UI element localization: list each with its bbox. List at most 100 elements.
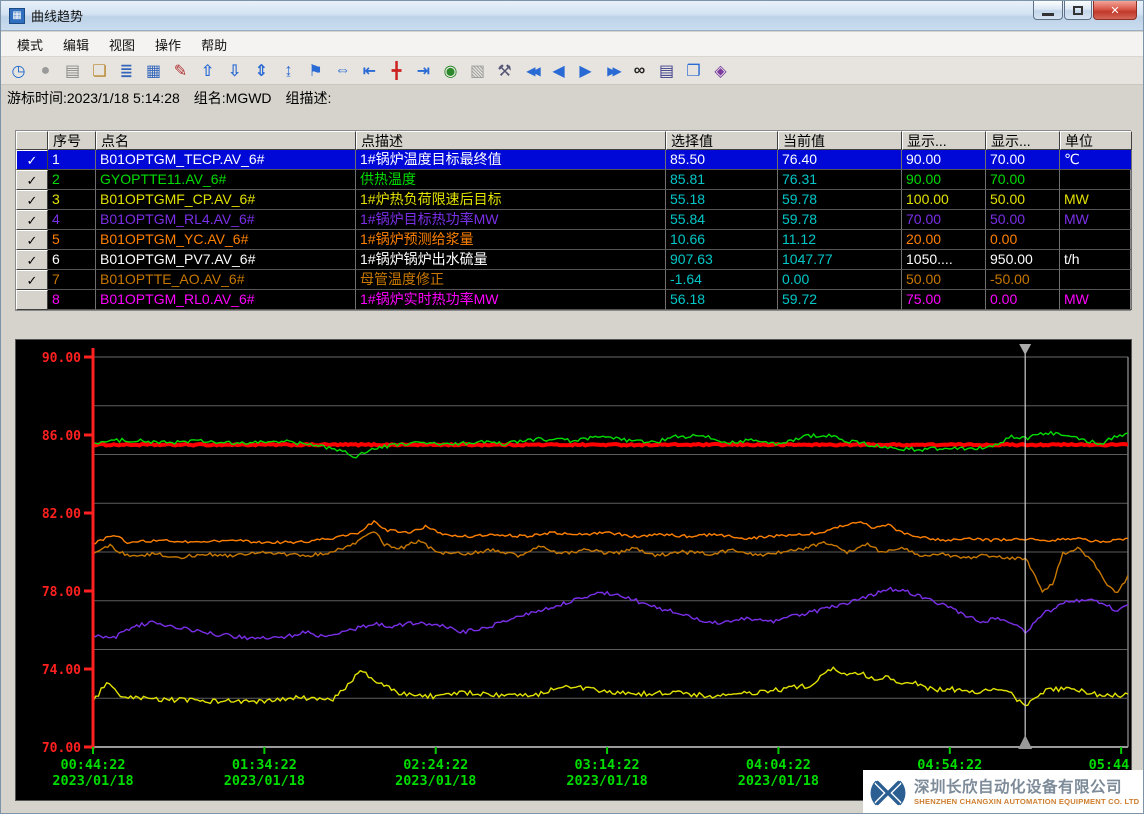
column-header-5[interactable]: 当前值 <box>778 131 902 150</box>
table-row[interactable]: ✓4B01OPTGM_RL4.AV_6#1#锅炉目标热功率MW55.8459.7… <box>16 210 1130 230</box>
cell-unit <box>1060 170 1132 190</box>
cell-current-value: 59.78 <box>778 210 902 230</box>
print-icon[interactable]: ▤ <box>653 59 680 83</box>
cell-point-name: B01OPTGM_RL4.AV_6# <box>96 210 356 230</box>
title-bar[interactable]: ▦ 曲线趋势 ✕ <box>1 1 1143 31</box>
column-header-1[interactable]: 序号 <box>48 131 96 150</box>
row-checkbox[interactable]: ✓ <box>16 250 48 270</box>
move-down-icon[interactable]: ⇩ <box>221 59 248 83</box>
row-checkbox[interactable]: ✓ <box>16 150 48 170</box>
row-checkbox[interactable]: ✓ <box>16 190 48 210</box>
table-row[interactable]: ✓6B01OPTGM_PV7.AV_6#1#锅炉锅炉出水硫量907.631047… <box>16 250 1130 270</box>
table-row[interactable]: ✓5B01OPTGM_YC.AV_6#1#锅炉预测给浆量10.6611.1220… <box>16 230 1130 250</box>
cell-point-name: B01OPTGM_RL0.AV_6# <box>96 290 356 310</box>
record-icon[interactable]: ● <box>32 59 59 83</box>
find-icon[interactable]: ∞ <box>626 59 653 83</box>
compress-right-icon[interactable]: ⇥ <box>410 59 437 83</box>
table-row[interactable]: ✓1B01OPTGM_TECP.AV_6#1#锅炉温度目标最终值85.5076.… <box>16 150 1130 170</box>
cell-point-name: B01OPTGM_YC.AV_6# <box>96 230 356 250</box>
trend-window-icon[interactable]: ▦ <box>140 59 167 83</box>
point-list-icon[interactable]: ≣ <box>113 59 140 83</box>
step-backward-icon[interactable]: ◀ <box>545 59 572 83</box>
history-time-icon[interactable]: ◷ <box>5 59 32 83</box>
move-cursor-icon[interactable]: ╋ <box>383 59 410 83</box>
minimize-button[interactable] <box>1033 1 1063 20</box>
cell-point-desc: 1#锅炉锅炉出水硫量 <box>356 250 666 270</box>
table-row[interactable]: ✓2GYOPTTE11.AV_6#供热温度85.8176.3190.0070.0… <box>16 170 1130 190</box>
row-checkbox[interactable]: ✓ <box>16 230 48 250</box>
fast-forward-icon[interactable]: ▶▶ <box>599 59 626 83</box>
x-tick-date: 2023/01/18 <box>738 773 819 789</box>
row-checkbox[interactable]: ✓ <box>16 170 48 190</box>
cell-point-name: B01OPTGMF_CP.AV_6# <box>96 190 356 210</box>
cell-display-max: 90.00 <box>902 170 986 190</box>
menu-item-operate[interactable]: 操作 <box>145 32 191 57</box>
cell-display-min: 50.00 <box>986 210 1060 230</box>
cursor-handle-top[interactable] <box>1019 344 1031 355</box>
vendor-name-en: SHENZHEN CHANGXIN AUTOMATION EQUIPMENT C… <box>914 797 1139 807</box>
vendor-name-cn: 深圳长欣自动化设备有限公司 <box>914 779 1139 797</box>
step-forward-icon[interactable]: ▶ <box>572 59 599 83</box>
menu-item-edit[interactable]: 编辑 <box>53 32 99 57</box>
maximize-button[interactable] <box>1064 1 1092 20</box>
column-header-3[interactable]: 点描述 <box>356 131 666 150</box>
column-header-6[interactable]: 显示... <box>902 131 986 150</box>
menu-item-view[interactable]: 视图 <box>99 32 145 57</box>
move-up-icon[interactable]: ⇧ <box>194 59 221 83</box>
cell-index: 8 <box>48 290 96 310</box>
region-icon[interactable]: ▧ <box>464 59 491 83</box>
menu-item-help[interactable]: 帮助 <box>191 32 237 57</box>
trend-chart: 90.0086.0082.0078.0074.0070.0000:44:2220… <box>15 339 1132 801</box>
vendor-logo-icon <box>869 774 907 812</box>
output-icon[interactable]: ▤ <box>59 59 86 83</box>
cell-point-name: B01OPTTE_AO.AV_6# <box>96 270 356 290</box>
column-header-8[interactable]: 单位 <box>1060 131 1132 150</box>
fast-backward-icon[interactable]: ◀◀ <box>518 59 545 83</box>
cell-selected-value: 10.66 <box>666 230 778 250</box>
y-tick-label: 86.00 <box>42 429 81 444</box>
expand-vertical-icon[interactable]: ⇕ <box>248 59 275 83</box>
edit-curve-icon[interactable]: ✎ <box>167 59 194 83</box>
cell-current-value: 0.00 <box>778 270 902 290</box>
cell-index: 1 <box>48 150 96 170</box>
menu-item-mode[interactable]: 模式 <box>7 32 53 57</box>
row-checkbox[interactable]: ✓ <box>16 210 48 230</box>
column-header-7[interactable]: 显示... <box>986 131 1060 150</box>
export-icon[interactable]: ❐ <box>680 59 707 83</box>
cell-display-max: 70.00 <box>902 210 986 230</box>
table-row[interactable]: ✓3B01OPTGMF_CP.AV_6#1#炉热负荷限速后目标55.1859.7… <box>16 190 1130 210</box>
cell-display-max: 75.00 <box>902 290 986 310</box>
x-tick-date: 2023/01/18 <box>52 773 133 789</box>
y-tick-label: 90.00 <box>42 351 81 366</box>
cell-display-min: 0.00 <box>986 290 1060 310</box>
table-row[interactable]: ✓7B01OPTTE_AO.AV_6#母管温度修正-1.640.0050.00-… <box>16 270 1130 290</box>
column-header-0[interactable] <box>16 131 48 150</box>
expand-horizontal-icon[interactable]: ⇔ <box>329 59 356 83</box>
cell-current-value: 11.12 <box>778 230 902 250</box>
cell-point-desc: 1#炉热负荷限速后目标 <box>356 190 666 210</box>
column-header-4[interactable]: 选择值 <box>666 131 778 150</box>
group-desc-label: 组描述: <box>286 88 332 108</box>
cell-selected-value: 55.18 <box>666 190 778 210</box>
table-row[interactable]: 8B01OPTGM_RL0.AV_6#1#锅炉实时热功率MW56.1859.72… <box>16 290 1130 310</box>
compress-left-icon[interactable]: ⇤ <box>356 59 383 83</box>
settings-icon[interactable]: ⚒ <box>491 59 518 83</box>
cell-display-min: 0.00 <box>986 230 1060 250</box>
cell-point-name: GYOPTTE11.AV_6# <box>96 170 356 190</box>
help-book-icon[interactable]: ◈ <box>707 59 734 83</box>
cell-index: 7 <box>48 270 96 290</box>
x-tick-time: 01:34:22 <box>232 757 297 773</box>
cursor-flag-icon[interactable]: ⚑ <box>302 59 329 83</box>
compress-vertical-icon[interactable]: ↨ <box>275 59 302 83</box>
new-group-icon[interactable]: ❏ <box>86 59 113 83</box>
row-checkbox[interactable]: ✓ <box>16 270 48 290</box>
zoom-icon[interactable]: ◉ <box>437 59 464 83</box>
cursor-handle-bottom[interactable] <box>1018 735 1032 749</box>
cell-point-name: B01OPTGM_PV7.AV_6# <box>96 250 356 270</box>
column-header-2[interactable]: 点名 <box>96 131 356 150</box>
cell-selected-value: -1.64 <box>666 270 778 290</box>
close-button[interactable]: ✕ <box>1093 1 1137 20</box>
cell-index: 5 <box>48 230 96 250</box>
cell-display-max: 50.00 <box>902 270 986 290</box>
row-checkbox[interactable] <box>16 290 48 310</box>
